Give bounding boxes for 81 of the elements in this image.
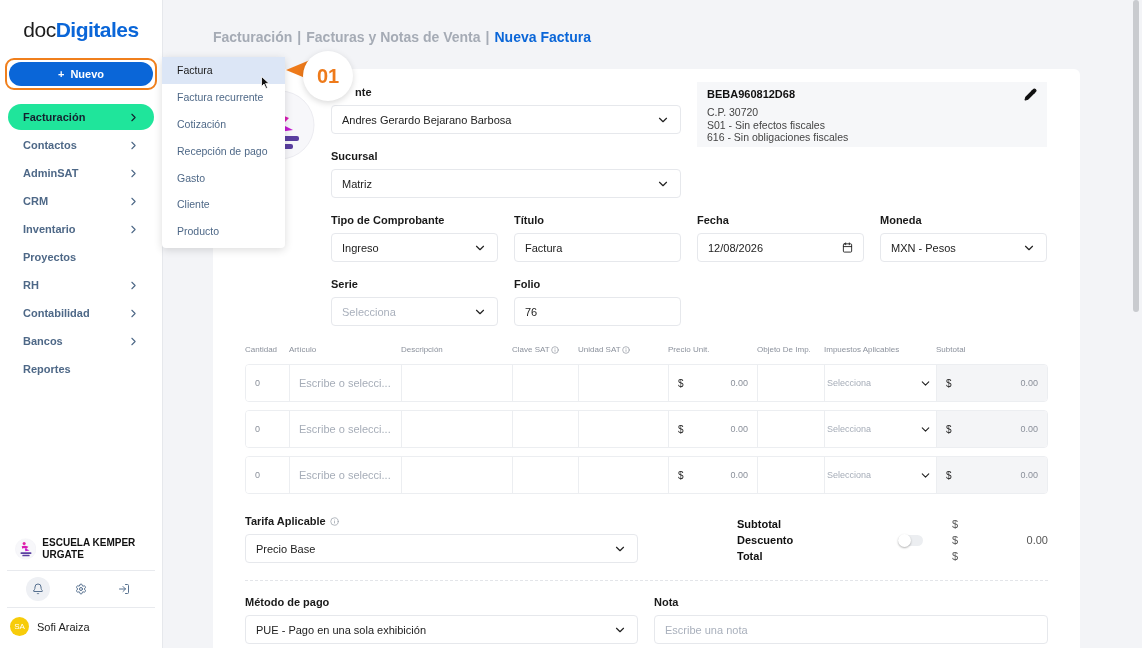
nav-item[interactable]: Contactos <box>8 132 154 158</box>
field-label: Moneda <box>880 214 923 227</box>
field-label: Folio <box>514 278 542 291</box>
column-header: Artículo <box>289 345 317 354</box>
client-rfc: BEBA960812D68 <box>707 88 797 100</box>
field-label: Tipo de Comprobante <box>331 214 446 227</box>
text-field[interactable]: Factura <box>514 233 681 262</box>
nav-item[interactable]: Reportes <box>8 356 154 382</box>
field-label: Fecha <box>697 214 730 227</box>
logout-icon <box>117 583 130 595</box>
total-label: Subtotal <box>737 517 782 532</box>
field-label: Sucursal <box>331 150 379 163</box>
select-field[interactable]: MXN - Pesos <box>880 233 1047 262</box>
discount-toggle[interactable] <box>898 534 923 546</box>
column-header: Objeto De Imp. <box>757 345 811 354</box>
nav-item[interactable]: CRM <box>8 188 154 214</box>
field-label: Nota <box>654 596 680 609</box>
nav-item[interactable]: Inventario <box>8 216 154 242</box>
step-badge: 01 <box>303 51 353 101</box>
menu-item[interactable]: Producto <box>162 217 285 245</box>
field-label: Título <box>514 214 545 227</box>
client-detail: S01 - Sin efectos fiscales <box>707 118 826 131</box>
quantity-field[interactable]: 0 <box>246 457 290 493</box>
calendar-icon <box>842 242 853 253</box>
edit-icon[interactable] <box>1024 88 1037 101</box>
total-label: Descuento <box>737 533 795 548</box>
nav-item[interactable]: RH <box>8 272 154 298</box>
brand-logo: docDigitales <box>22 18 140 42</box>
user-avatar: SA <box>10 617 29 636</box>
bell-button[interactable] <box>26 577 51 601</box>
column-header: Descripción <box>401 345 443 354</box>
breadcrumb-item: Nueva Factura <box>494 29 591 45</box>
total-label: Total <box>737 549 764 564</box>
menu-item[interactable]: Factura <box>162 57 285 84</box>
menu-item[interactable]: Recepción de pago <box>162 137 285 165</box>
settings-icon <box>75 583 87 595</box>
scrollbar[interactable] <box>1133 0 1139 312</box>
column-header: Clave SAT <box>512 345 550 354</box>
nav-item[interactable]: Bancos <box>8 328 154 354</box>
cursor-icon <box>261 76 270 89</box>
subtotal-cell: $ 0.00 <box>937 411 1047 447</box>
company-name: ESCUELA KEMPER URGATE <box>42 537 137 561</box>
column-header: Cantidad <box>245 345 278 354</box>
nav-item[interactable]: Contabilidad <box>8 300 154 326</box>
subtotal-cell: $ 0.00 <box>937 457 1047 493</box>
select-field[interactable]: Precio Base <box>245 534 638 563</box>
breadcrumb-separator: | <box>485 29 490 45</box>
menu-item[interactable]: Factura recurrente <box>162 83 285 111</box>
column-header: Impuestos Aplicables <box>824 345 900 354</box>
menu-item[interactable]: Cotización <box>162 110 285 138</box>
select-field[interactable]: Matriz <box>331 169 681 198</box>
nav-item[interactable]: Proyectos <box>8 244 154 270</box>
user-name: Sofi Araiza <box>37 620 90 633</box>
menu-item[interactable]: Cliente <box>162 191 285 218</box>
quantity-field[interactable]: 0 <box>246 365 290 401</box>
field-label: nte <box>354 86 373 99</box>
select-field[interactable]: Andres Gerardo Bejarano Barbosa <box>331 105 681 134</box>
notifications-icon <box>32 583 45 595</box>
text-field[interactable]: 76 <box>514 297 681 326</box>
column-header: Precio Unit. <box>668 345 710 354</box>
field-label: Serie <box>331 278 359 291</box>
select-field[interactable]: PUE - Pago en una sola exhibición <box>245 615 638 644</box>
select-field[interactable]: Ingreso <box>331 233 498 262</box>
client-detail: C.P. 30720 <box>707 106 760 119</box>
quantity-field[interactable]: 0 <box>246 411 290 447</box>
currency-sign: $ <box>952 549 960 564</box>
nav-item[interactable]: AdminSAT <box>8 160 154 186</box>
breadcrumb-separator: | <box>297 29 302 45</box>
field-label: Tarifa Aplicable <box>245 515 326 528</box>
column-header: Unidad SAT <box>578 345 621 354</box>
column-header: Subtotal <box>936 345 966 354</box>
subtotal-cell: $ 0.00 <box>937 365 1047 401</box>
client-detail: 616 - Sin obligaciones fiscales <box>707 131 849 144</box>
field-label: Método de pago <box>245 596 331 609</box>
menu-item[interactable]: Gasto <box>162 164 285 191</box>
date-field[interactable]: 12/08/2026 <box>697 233 864 262</box>
currency-sign: $ <box>952 533 960 548</box>
new-button[interactable]: + Nuevo <box>9 62 153 86</box>
nav-item[interactable]: Facturación <box>8 104 154 130</box>
currency-sign: $ <box>952 517 960 532</box>
total-value: 0.00 <box>1025 533 1048 548</box>
